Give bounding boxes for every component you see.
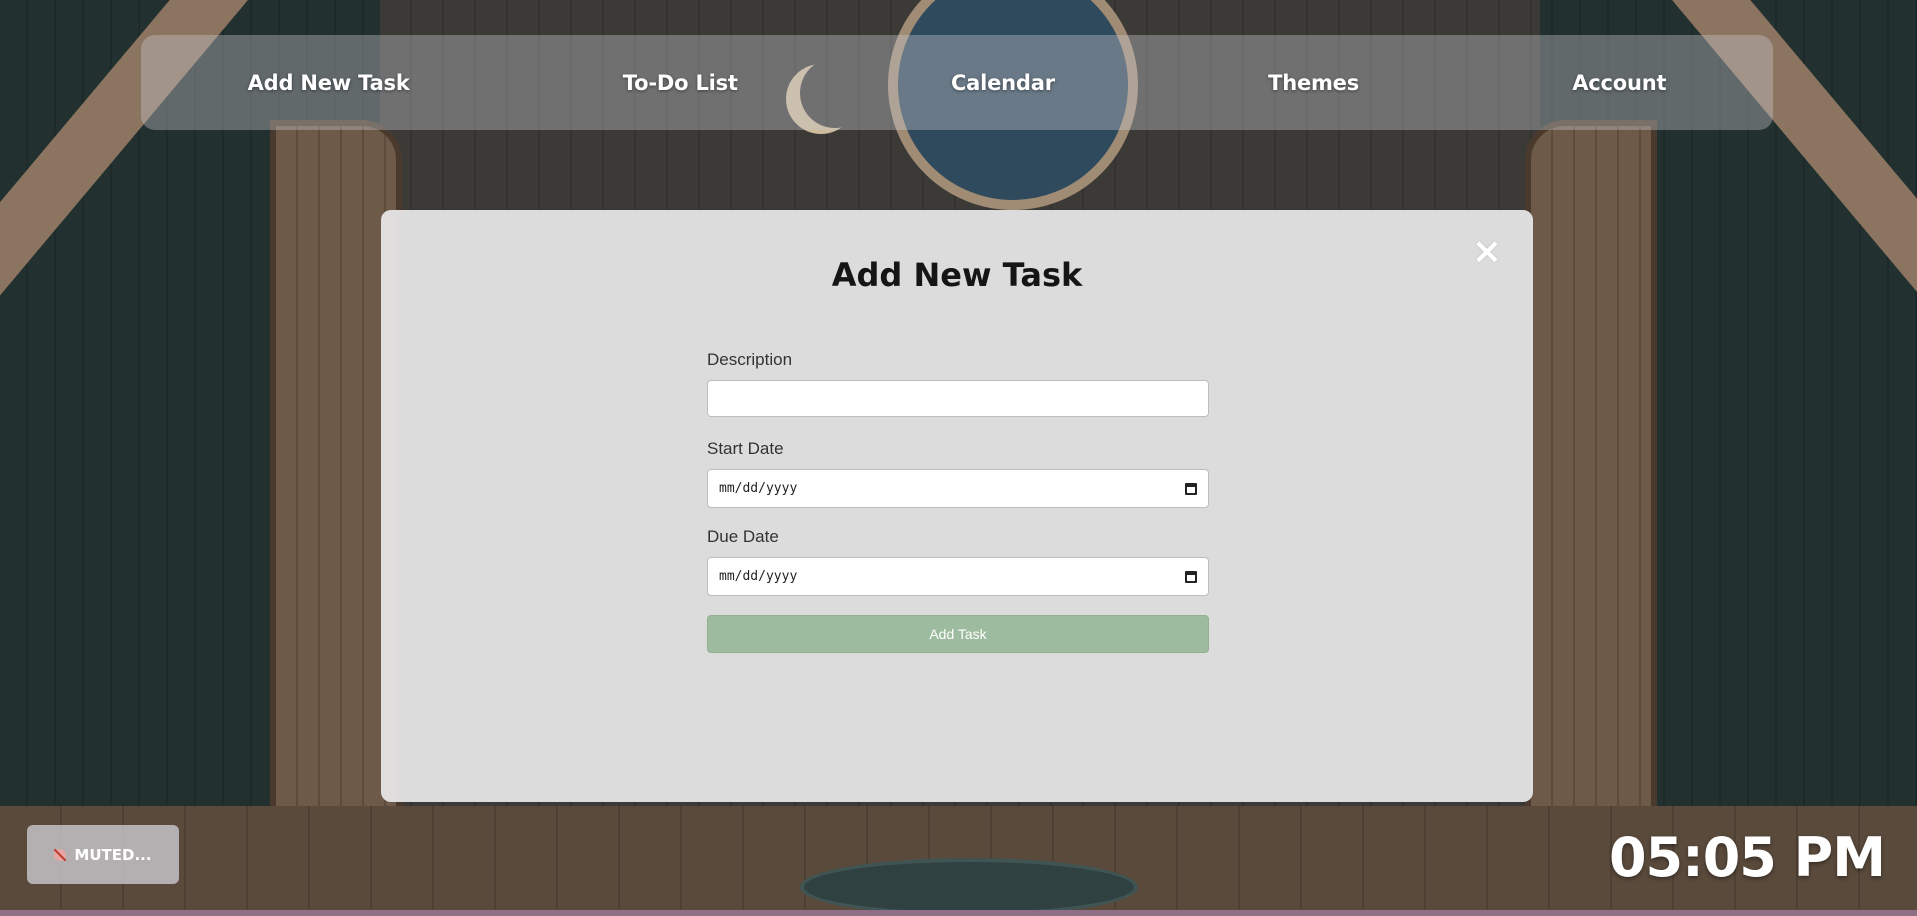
nav-todo-list[interactable]: To-Do List (623, 71, 738, 95)
nav-calendar[interactable]: Calendar (951, 71, 1055, 95)
muted-speaker-icon (54, 848, 67, 861)
rug (800, 858, 1138, 916)
mute-button[interactable]: MUTED... (27, 825, 179, 884)
description-input[interactable] (707, 380, 1209, 417)
start-date-label: Start Date (707, 439, 784, 458)
nav-account[interactable]: Account (1572, 71, 1666, 95)
clock-display: 05:05 PM (1608, 826, 1886, 889)
start-date-value: mm/dd/yyyy (719, 481, 798, 496)
add-task-form: Description Start Date mm/dd/yyyy Due Da… (707, 350, 1209, 653)
modal-title: Add New Task (831, 256, 1083, 294)
due-date-value: mm/dd/yyyy (719, 569, 798, 584)
door-right (1525, 120, 1657, 916)
bottom-strip (0, 910, 1917, 916)
calendar-icon[interactable] (1185, 482, 1197, 495)
calendar-icon[interactable] (1185, 570, 1197, 583)
description-label: Description (707, 350, 793, 369)
main-navbar: Add New Task To-Do List Calendar Themes … (141, 35, 1773, 130)
add-task-modal: × Add New Task Description Start Date mm… (381, 210, 1533, 802)
start-date-input[interactable]: mm/dd/yyyy (707, 469, 1209, 508)
mute-label: MUTED... (74, 845, 152, 864)
nav-add-new-task[interactable]: Add New Task (248, 71, 410, 95)
due-date-label: Due Date (707, 527, 779, 546)
nav-themes[interactable]: Themes (1268, 71, 1359, 95)
due-date-input[interactable]: mm/dd/yyyy (707, 557, 1209, 596)
add-task-button[interactable]: Add Task (707, 615, 1209, 653)
